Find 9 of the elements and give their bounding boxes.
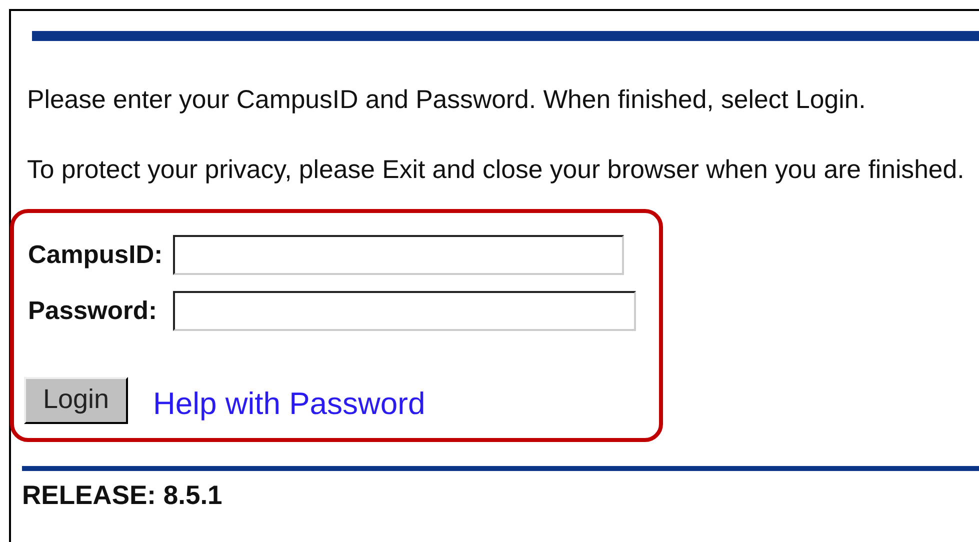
login-button[interactable]: Login [24,377,128,424]
input-field[interactable] [173,291,636,331]
instruction-text: Please enter your CampusID and Password. When finished, select Login. [27,87,867,113]
release-text: RELEASE: 8.5.1 [22,481,224,509]
field-label: Password: [28,297,158,325]
field-label: CampusID: [28,241,164,269]
instruction-text: To protect your privacy, please Exit and close your browser when you are finished. [27,157,966,183]
help-link[interactable]: Help with Password [153,386,426,420]
input-field[interactable] [173,235,624,275]
